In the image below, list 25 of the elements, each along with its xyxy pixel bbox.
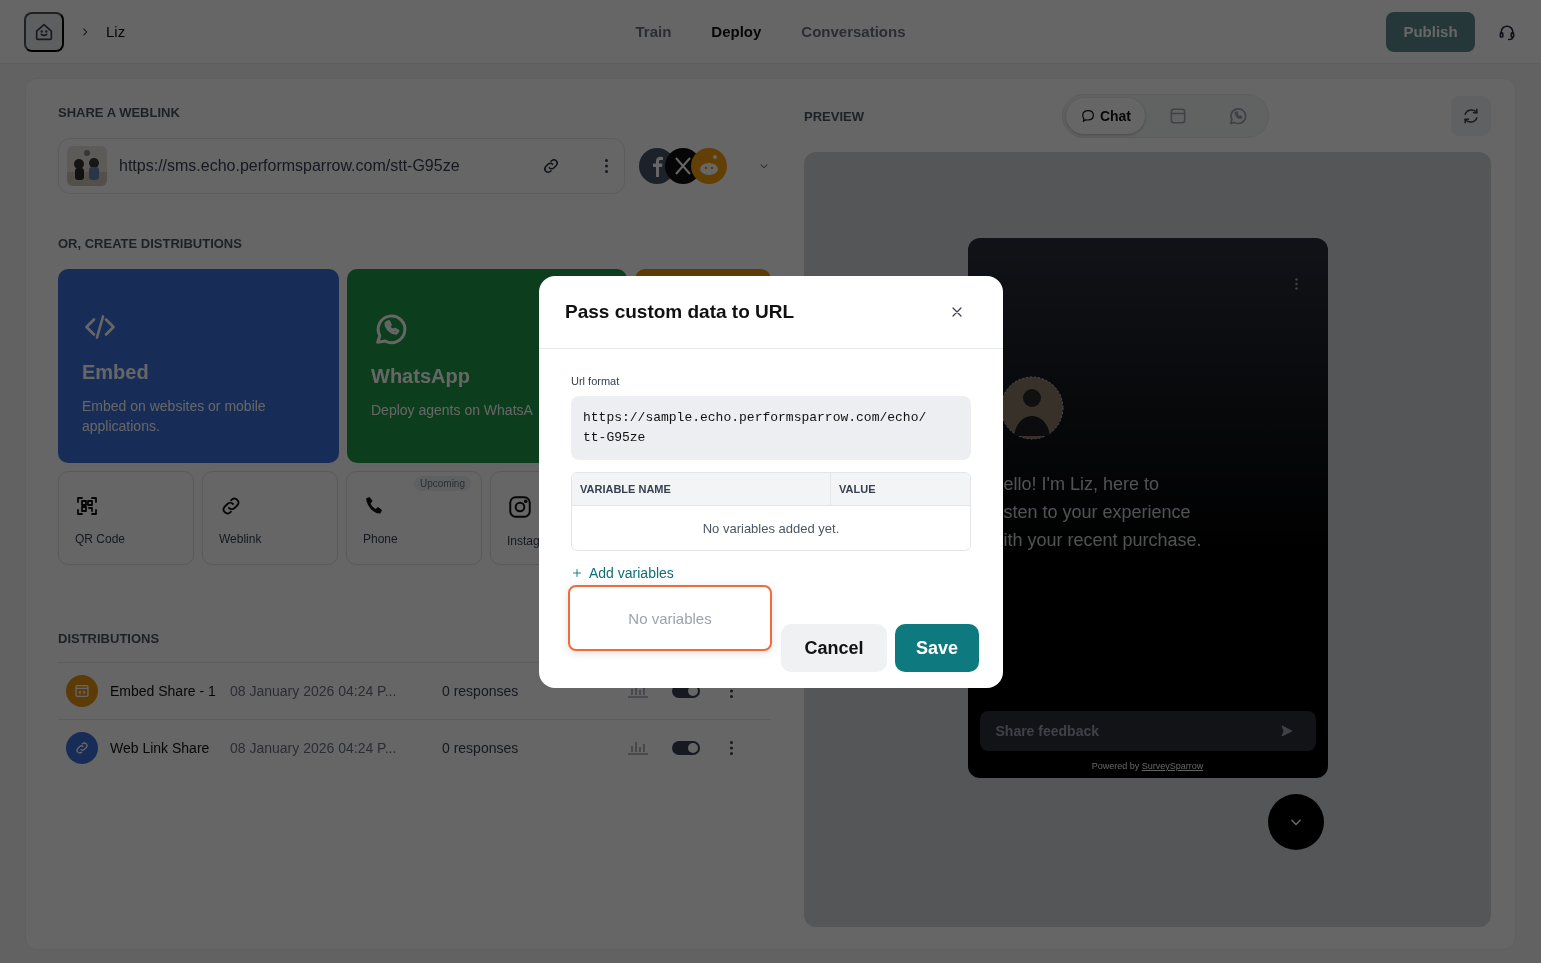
tile-label: Weblink <box>219 532 263 546</box>
distribution-date: 08 January 2026 04:24 P... <box>230 683 398 699</box>
tile-label: Phone <box>363 532 399 546</box>
weblink-url: https://sms.echo.performsparrow.com/stt-G95ze <box>119 157 461 175</box>
column-header: VARIABLE NAME <box>579 482 672 497</box>
tile-label: Instag <box>507 534 541 548</box>
powered-by-text: Powered by SurveySparrow <box>1091 761 1204 771</box>
breadcrumb-title: Liz <box>106 23 126 40</box>
empty-message: No variables added yet. <box>701 519 841 538</box>
column-header: VALUE <box>830 473 970 505</box>
card-title: WhatsApp <box>371 365 470 388</box>
tile-label: QR Code <box>75 532 127 546</box>
url-format-box: https://sample.echo.performsparrow.com/echo/tt-G95ze <box>571 396 971 460</box>
section-heading: OR, CREATE DISTRIBUTIONS <box>58 236 243 251</box>
field-label: Url format <box>571 375 621 387</box>
section-heading: DISTRIBUTIONS <box>58 631 161 646</box>
agent-greeting: ello! I'm Liz, here to sten to your experience ith your recent purchase. <box>1003 473 1203 552</box>
card-description: Embed on websites or mobile applications. <box>82 397 267 436</box>
card-description: Deploy agents on WhatsA <box>371 401 533 420</box>
response-count: 0 responses <box>442 683 520 699</box>
response-count: 0 responses <box>442 740 520 756</box>
distribution-date: 08 January 2026 04:24 P... <box>230 740 398 756</box>
section-heading: PREVIEW <box>804 108 865 124</box>
card-title: Embed <box>82 361 149 384</box>
section-heading: SHARE A WEBLINK <box>58 105 181 120</box>
